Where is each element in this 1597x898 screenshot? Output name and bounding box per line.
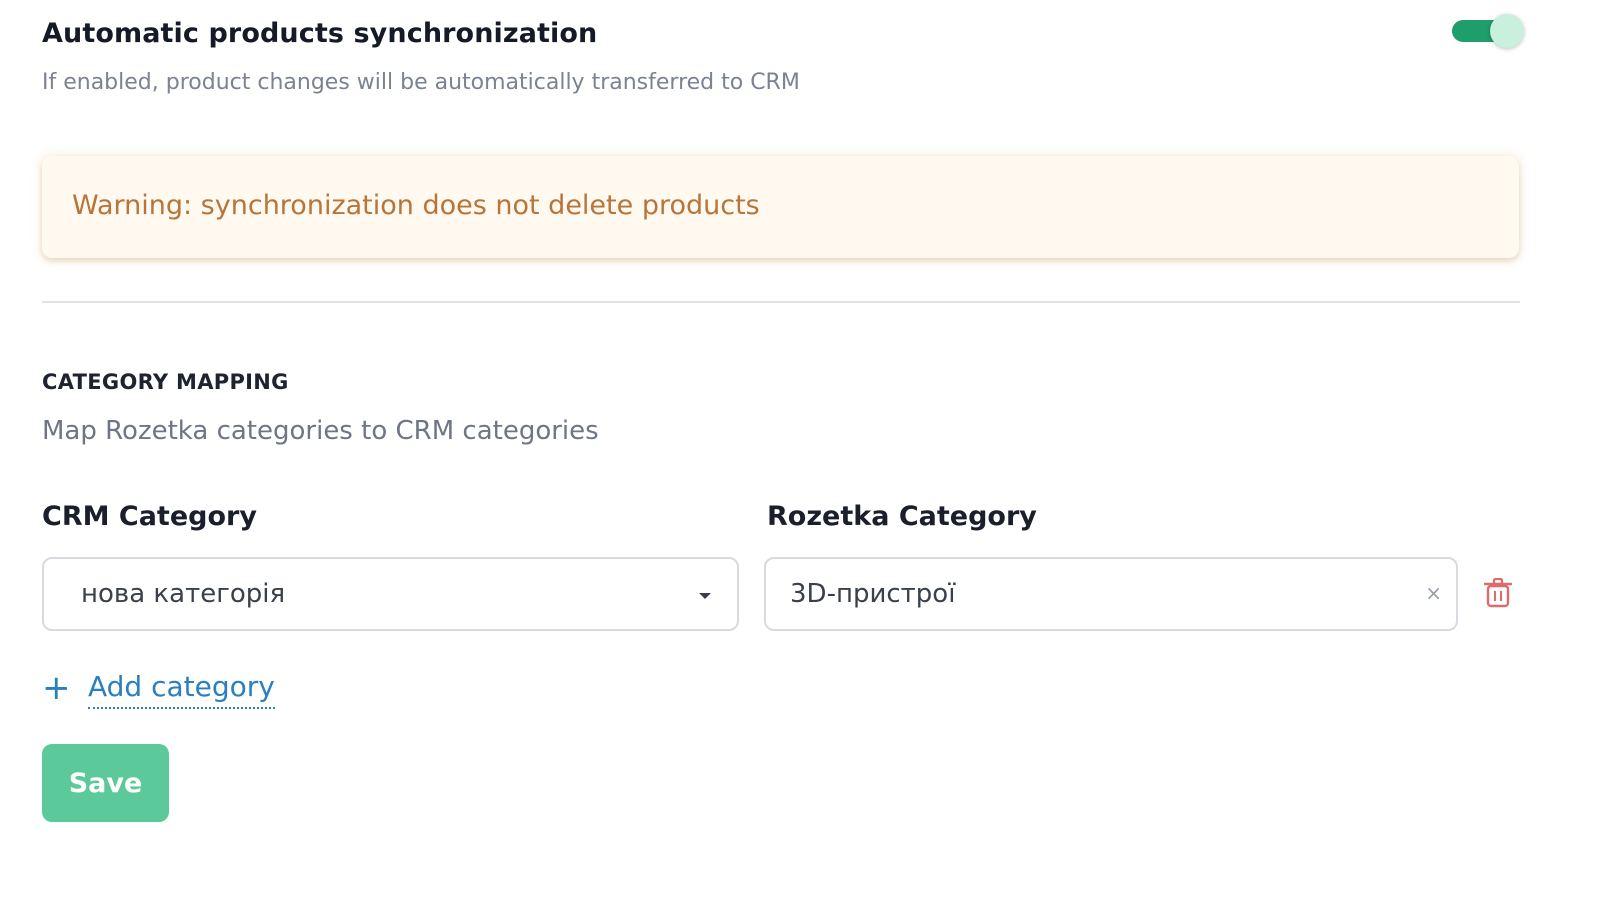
sync-description: If enabled, product changes will be auto… [42,70,800,95]
mapping-description: Map Rozetka categories to CRM categories [42,416,599,446]
warning-text: Warning: synchronization does not delete… [72,190,760,221]
sync-toggle[interactable] [1452,14,1524,48]
trash-icon[interactable] [1484,578,1512,608]
sync-title: Automatic products synchronization [42,18,598,49]
save-button[interactable]: Save [42,744,169,822]
warning-banner: Warning: synchronization does not delete… [42,156,1519,258]
toggle-knob [1490,14,1524,48]
rozetka-category-select[interactable]: 3D-пристрої × [764,557,1458,631]
chevron-down-icon [699,593,711,599]
crm-category-value: нова категорія [81,579,286,609]
mapping-title: CATEGORY MAPPING [42,370,289,394]
crm-category-select[interactable]: нова категорія [42,557,739,631]
settings-panel: Automatic products synchronization If en… [0,0,1597,898]
close-icon[interactable]: × [1425,581,1442,605]
rozetka-category-value: 3D-пристрої [790,579,956,609]
rozetka-category-label: Rozetka Category [767,501,1037,532]
add-category-label: Add category [88,670,275,709]
plus-icon: + [42,668,71,708]
divider [42,301,1520,303]
crm-category-label: CRM Category [42,501,257,532]
